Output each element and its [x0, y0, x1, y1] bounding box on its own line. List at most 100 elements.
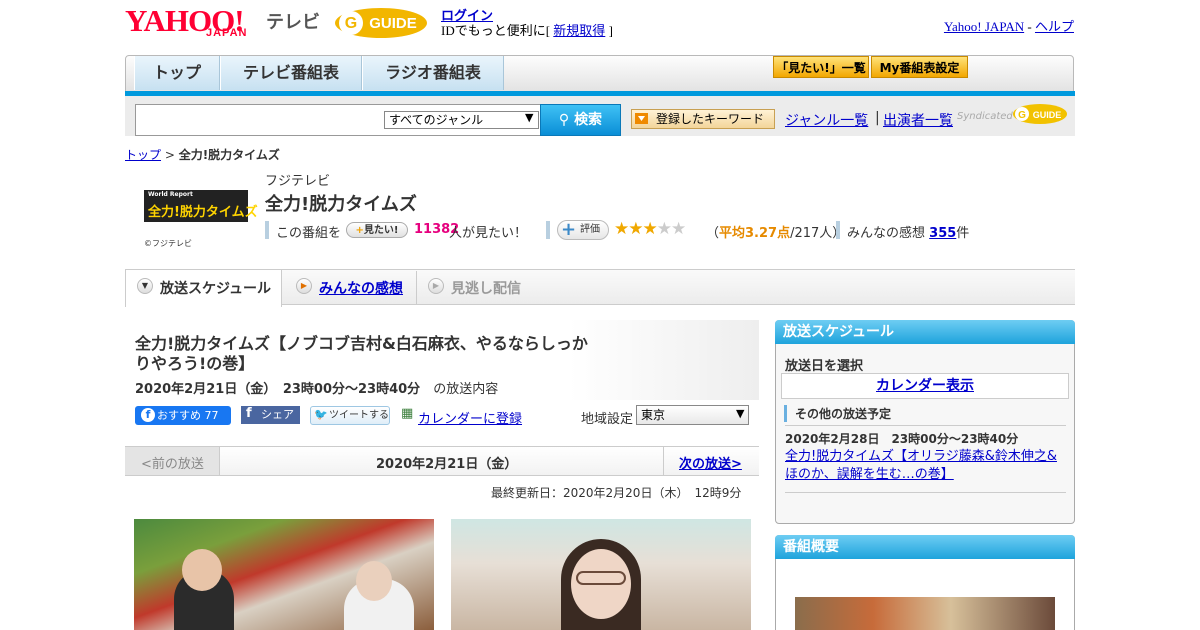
fb-label: おすすめ: [157, 409, 201, 422]
genre-list-link[interactable]: ジャンル一覧: [785, 110, 868, 130]
want-count-suffix: 人が見たい！: [449, 226, 528, 241]
impressions-count-link[interactable]: 355: [929, 226, 956, 241]
breadcrumb: トップ > 全力!脱力タイムズ: [125, 146, 280, 163]
star-empty-icon: ★: [671, 219, 686, 239]
want-button-label: 見たい!: [363, 225, 399, 236]
header-links: Yahoo! JAPAN - ヘルプ: [944, 16, 1074, 35]
nav-divider: [663, 447, 664, 475]
episode-date: 2020年2月21日（金） 23時00分～23時40分: [135, 382, 421, 397]
avg-open: （: [706, 226, 720, 241]
login-msg-prefix: IDでもっと便利に[: [441, 23, 554, 38]
episode-date-suffix: の放送内容: [433, 382, 499, 397]
gguide-text: GUIDE: [369, 15, 417, 32]
overview-photo: [795, 597, 1055, 630]
want-button[interactable]: +見たい!: [346, 222, 408, 238]
next-episode-link[interactable]: 次の放送>: [679, 453, 742, 472]
keyword-button[interactable]: 登録したキーワード: [631, 109, 775, 129]
star-filled-icon: ★: [642, 219, 658, 239]
plus-icon: +: [561, 219, 577, 240]
calendar-display-button[interactable]: カレンダー表示: [781, 373, 1069, 399]
current-episode-date: 2020年2月21日（金）: [376, 457, 518, 472]
fb-count: 77: [204, 409, 219, 422]
divider: [785, 492, 1066, 493]
star-filled-icon: ★: [614, 219, 629, 239]
copyright-text: ©フジテレビ: [144, 239, 192, 248]
tab-divider: [416, 271, 417, 304]
schedule-panel-header: 放送スケジュール: [775, 320, 1075, 344]
program-title: 全力!脱力タイムズ: [265, 194, 417, 215]
tab-schedule-label: 放送スケジュール: [160, 281, 272, 297]
yahoo-japan-link[interactable]: Yahoo! JAPAN: [944, 19, 1024, 34]
tv-logo-text[interactable]: テレビ: [266, 8, 320, 34]
divider: [836, 221, 840, 239]
overview-panel-header: 番組概要: [775, 535, 1075, 559]
genre-select[interactable]: すべてのジャンル: [384, 111, 539, 129]
prev-episode: <前の放送: [141, 457, 204, 472]
region-select[interactable]: 東京: [636, 405, 749, 425]
rating-stars: ★★★★★: [614, 219, 686, 239]
divider: [546, 221, 550, 239]
calendar-register-link[interactable]: カレンダーに登録: [418, 408, 522, 427]
calendar-icon: ▦: [401, 406, 414, 421]
episode-photo[interactable]: [134, 519, 434, 630]
yahoo-japan-logo-text: JAPAN: [206, 27, 248, 39]
my-schedule-button[interactable]: My番組表設定: [871, 56, 968, 78]
region-label: 地域設定: [581, 412, 634, 427]
chevron-right-icon: ▶: [296, 278, 312, 294]
select-date-label: 放送日を選択: [785, 359, 864, 374]
tab-tv-schedule[interactable]: テレビ番組表: [220, 56, 362, 90]
other-schedule-label: その他の放送予定: [784, 405, 891, 422]
star-filled-icon: ★: [628, 219, 643, 239]
station-name: フジテレビ: [265, 174, 331, 189]
breadcrumb-top-link[interactable]: トップ: [125, 148, 161, 162]
tab-impressions[interactable]: みんなの感想: [319, 278, 403, 298]
facebook-icon: f: [246, 406, 252, 421]
facebook-icon: f: [141, 408, 155, 422]
header-sep: -: [1024, 19, 1035, 34]
program-logo-subtext: World Report: [148, 191, 193, 198]
search-button[interactable]: ⚲ 検索: [540, 104, 621, 136]
other-schedule-date: 2020年2月28日 23時00分～23時40分: [785, 432, 1019, 446]
syndicated-label: Syndicated: [957, 111, 1013, 122]
performer-list-link[interactable]: 出演者一覧: [883, 110, 953, 130]
search-icon: ⚲: [558, 112, 575, 128]
link-separator: |: [875, 110, 880, 126]
tab-missed: 見逃し配信: [451, 281, 521, 297]
avg-score: 平均3.27点: [719, 226, 791, 241]
impressions-label: みんなの感想: [847, 226, 926, 241]
divider: [785, 425, 1066, 426]
episode-photo[interactable]: [451, 519, 751, 630]
chevron-down-icon: ▼: [525, 111, 534, 124]
breadcrumb-current: 全力!脱力タイムズ: [178, 148, 280, 162]
dropdown-arrow-icon: [635, 113, 648, 124]
tab-top[interactable]: トップ: [134, 56, 220, 90]
episode-title: 全力!脱力タイムズ【ノブコブ吉村&白石麻衣、やるならしっかりやろう!の巻】: [135, 334, 588, 373]
divider: [265, 221, 269, 239]
gguide-logo[interactable]: G GUIDE: [333, 5, 429, 41]
impressions-summary: みんなの感想 355件: [847, 222, 969, 241]
plus-icon: +: [355, 225, 364, 236]
chevron-right-icon: ▶: [428, 278, 444, 294]
help-link[interactable]: ヘルプ: [1035, 19, 1074, 34]
svg-text:G: G: [345, 15, 357, 32]
episode-datetime: 2020年2月21日（金） 23時00分～23時40分 の放送内容: [135, 378, 498, 397]
svg-text:G: G: [1018, 110, 1026, 121]
schedule-panel: [775, 320, 1075, 524]
gguide-small-text: GUIDE: [1033, 110, 1062, 120]
program-logo-text: 全力!脱力タイムズ: [148, 205, 258, 220]
other-schedule-link[interactable]: 全力!脱力タイムズ【オリラジ藤森&鈴木伸之&ほのか、誤解を生む…の巻】: [785, 448, 1067, 484]
chevron-down-icon: ▼: [137, 278, 153, 294]
impressions-unit: 件: [956, 226, 970, 241]
tab-radio-schedule[interactable]: ラジオ番組表: [362, 56, 504, 90]
last-updated: 最終更新日：2020年2月20日（木） 12時9分: [491, 486, 742, 500]
average-rating: （平均3.27点/217人）: [706, 222, 845, 241]
want-label: この番組を: [276, 226, 342, 241]
breadcrumb-sep: >: [161, 148, 179, 162]
star-empty-icon: ★: [656, 219, 672, 239]
mitai-list-button[interactable]: 「見たい!」一覧: [773, 56, 869, 78]
search-button-label: 検索: [574, 112, 603, 128]
twitter-bird-icon: 🐦: [314, 408, 328, 421]
login-message: IDでもっと便利に[ 新規取得 ]: [441, 20, 613, 39]
register-link[interactable]: 新規取得: [553, 23, 605, 38]
login-msg-suffix: ]: [605, 23, 613, 38]
